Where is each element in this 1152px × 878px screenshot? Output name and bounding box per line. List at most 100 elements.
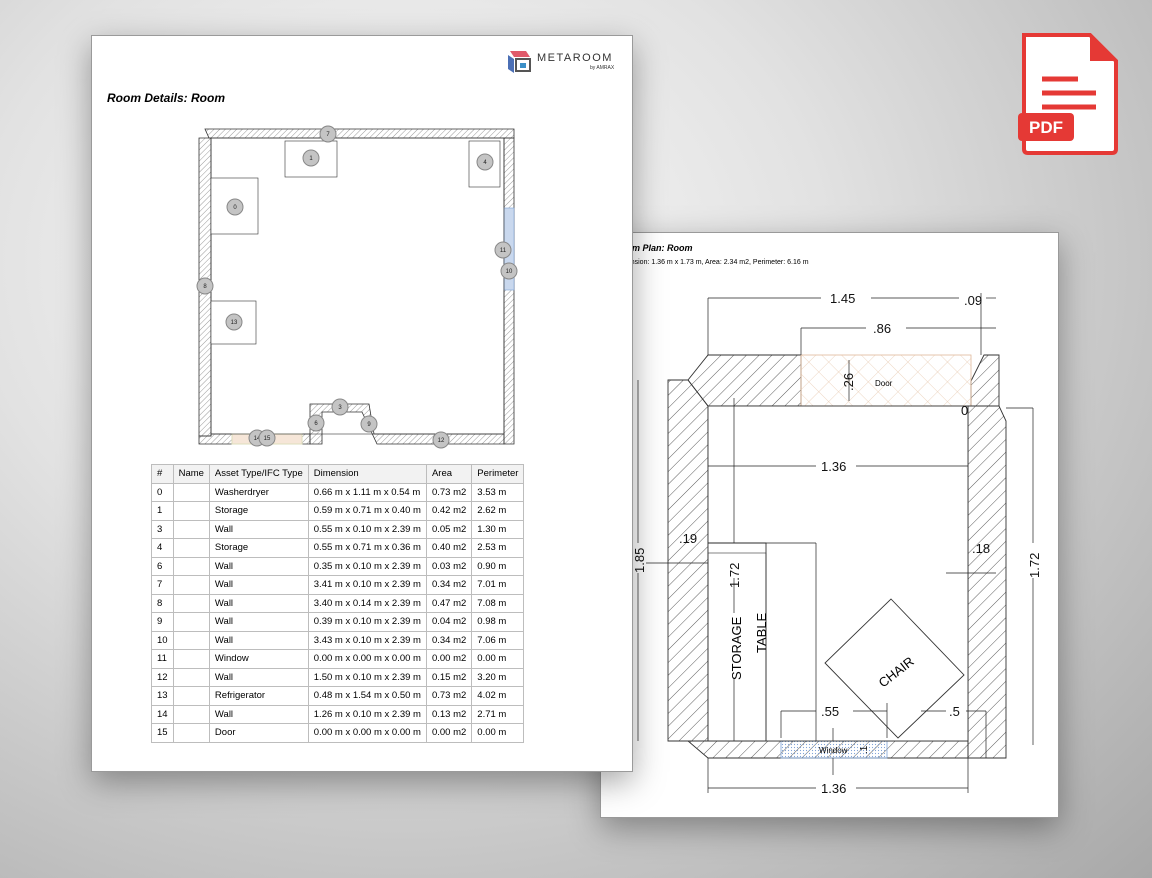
svg-text:11: 11 [500,248,507,254]
marker-9[interactable]: 9 [360,415,378,433]
row-asset-type: Wall [208,612,309,632]
row-area: 0.40 m2 [425,538,473,558]
table-row: 8 Wall 3.40 m x 0.14 m x 2.39 m 0.47 m2 7.08… [151,593,525,613]
row-dimension: 0.55 m x 0.10 m x 2.39 m [307,519,427,539]
row-dimension: 0.35 m x 0.10 m x 2.39 m [307,556,427,576]
marker-12[interactable]: 12 [432,431,450,449]
svg-text:13: 13 [231,320,238,326]
row-number: 4 [151,538,174,558]
marker-8[interactable]: 8 [196,277,214,295]
col-area: Area [425,464,473,484]
dim-top-outer: 1.45 [830,291,855,306]
row-asset-type: Wall [208,519,309,539]
room-plan-drawing: 1.45 .09 .86 .26 0 1.36 1.85 1.72 .19 .1… [632,291,1042,796]
row-dimension: 0.39 m x 0.10 m x 2.39 m [307,612,427,632]
marker-7[interactable]: 7 [319,125,337,143]
row-dimension: 0.66 m x 1.11 m x 0.54 m [307,482,427,502]
row-perimeter: 2.53 m [471,538,525,558]
row-perimeter: 7.01 m [471,575,525,595]
row-dimension: 0.48 m x 1.54 m x 0.50 m [307,686,427,706]
row-asset-type: Wall [208,630,309,650]
table-row: 9 Wall 0.39 m x 0.10 m x 2.39 m 0.04 m2 0.98… [151,612,525,632]
svg-text:10: 10 [506,269,513,275]
row-dimension: 0.00 m x 0.00 m x 0.00 m [307,723,427,743]
marker-0[interactable]: 0 [226,198,244,216]
dim-right-wall: .18 [972,541,990,556]
row-perimeter: 2.62 m [471,501,525,521]
dim-inner-width: 1.36 [821,459,846,474]
marker-13[interactable]: 13 [225,313,243,331]
marker-11[interactable]: 11 [494,241,512,259]
row-number: 0 [151,482,174,502]
marker-6[interactable]: 6 [307,414,325,432]
row-number: 10 [151,630,174,650]
row-asset-type: Washerdryer [208,482,309,502]
row-asset-type: Wall [208,575,309,595]
pdf-label: PDF [1029,118,1063,137]
row-area: 0.47 m2 [425,593,473,613]
dim-zero: 0 [961,403,968,418]
row-dimension: 1.50 m x 0.10 m x 2.39 m [307,667,427,687]
row-area: 0.34 m2 [425,575,473,595]
row-asset-type: Window [208,649,309,669]
row-perimeter: 0.98 m [471,612,525,632]
row-asset-type: Wall [208,704,309,724]
row-number: 1 [151,501,174,521]
row-number: 13 [151,686,174,706]
row-perimeter: 7.08 m [471,593,525,613]
marker-1[interactable]: 1 [302,149,320,167]
row-perimeter: 1.30 m [471,519,525,539]
table-row: 10 Wall 3.43 m x 0.10 m x 2.39 m 0.34 m2 7.0… [151,630,525,650]
table-row: 0 Washerdryer 0.66 m x 1.11 m x 0.54 m 0.73… [151,482,525,502]
col-asset-type: Asset Type/IFC Type [208,464,309,484]
row-area: 0.13 m2 [425,704,473,724]
row-number: 8 [151,593,174,613]
room-details-floorplan: 0 1 3 4 6 7 8 9 10 11 12 13 14 15 [196,125,518,449]
row-perimeter: 3.53 m [471,482,525,502]
marker-4[interactable]: 4 [476,153,494,171]
row-name [172,667,210,687]
row-area: 0.73 m2 [425,686,473,706]
row-asset-type: Wall [208,667,309,687]
dim-top-right: .09 [964,293,982,308]
row-perimeter: 4.02 m [471,686,525,706]
svg-text:12: 12 [438,438,445,444]
dim-right-gap: .5 [949,704,960,719]
row-perimeter: 3.20 m [471,667,525,687]
marker-3[interactable]: 3 [331,398,349,416]
right-wall [967,405,1007,759]
row-name [172,630,210,650]
row-asset-type: Storage [208,538,309,558]
col-dimension: Dimension [307,464,427,484]
row-dimension: 3.41 m x 0.10 m x 2.39 m [307,575,427,595]
pdf-file-icon[interactable]: PDF [1018,33,1118,155]
door-label: Door [875,379,893,388]
row-number: 15 [151,723,174,743]
dim-door-depth: .26 [841,373,856,391]
row-number: 11 [151,649,174,669]
row-asset-type: Storage [208,501,309,521]
row-name [172,704,210,724]
row-perimeter: 2.71 m [471,704,525,724]
asset-table-header: # Name Asset Type/IFC Type Dimension Are… [151,464,525,484]
asset-table: # Name Asset Type/IFC Type Dimension Are… [151,464,525,743]
window-label: Window [819,746,848,755]
row-area: 0.00 m2 [425,649,473,669]
table-row: 6 Wall 0.35 m x 0.10 m x 2.39 m 0.03 m2 0.90… [151,556,525,576]
marker-10[interactable]: 10 [500,262,518,280]
table-row: 11 Window 0.00 m x 0.00 m x 0.00 m 0.00 m2 0… [151,649,525,669]
dim-window-depth: .1 [859,745,870,754]
table-row: 13 Refrigerator 0.48 m x 1.54 m x 0.50 m 0.… [151,686,525,706]
storage-label: STORAGE [729,616,744,680]
dim-right-total: 1.72 [1027,553,1042,578]
table-row: 1 Storage 0.59 m x 0.71 m x 0.40 m 0.42 m2 2… [151,501,525,521]
table-row: 7 Wall 3.41 m x 0.10 m x 2.39 m 0.34 m2 7.01… [151,575,525,595]
table-row: 12 Wall 1.50 m x 0.10 m x 2.39 m 0.15 m2 3.2… [151,667,525,687]
table-row: 15 Door 0.00 m x 0.00 m x 0.00 m 0.00 m2 0.0… [151,723,525,743]
row-area: 0.05 m2 [425,519,473,539]
marker-15[interactable]: 15 [258,429,276,447]
dim-bottom-width: 1.36 [821,781,846,796]
row-perimeter: 0.00 m [471,723,525,743]
row-dimension: 0.00 m x 0.00 m x 0.00 m [307,649,427,669]
top-right-wall [970,354,1000,407]
